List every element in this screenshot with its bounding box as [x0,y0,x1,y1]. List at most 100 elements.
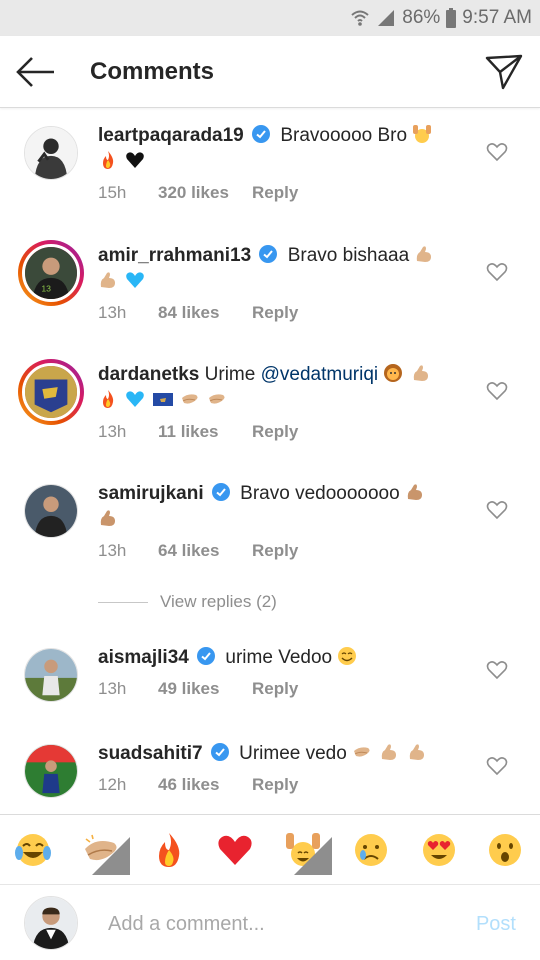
status-time: 9:57 AM [462,7,532,28]
flexed-biceps-emoji-icon [382,744,397,760]
lion-emoji-icon [384,364,403,382]
avatar[interactable]: 13 [18,240,84,306]
smiling-face-emoji-icon [338,647,357,665]
comment-text: aismajli34 urime Vedoo [98,645,464,671]
flexed-biceps-emoji-icon [100,510,115,526]
skin-tone-indicator-icon [294,837,332,875]
comment-username[interactable]: amir_rrahmani13 [98,245,251,266]
clapping-hands-emoji-icon [181,394,198,404]
comment-meta: 13h 49 likes Reply [98,679,298,699]
red-heart-icon [218,835,252,865]
page-title: Comments [90,58,215,85]
raising-hands-emoji-icon [413,125,432,143]
flexed-biceps-emoji-icon [413,365,428,381]
reply-button[interactable]: Reply [252,775,298,795]
comment-likes[interactable]: 46 likes [158,775,252,795]
like-heart-icon[interactable] [486,381,508,401]
verified-badge-icon [210,743,229,761]
avatar[interactable] [18,359,84,425]
comment-message: urime Vedoo [225,647,333,668]
like-heart-icon[interactable] [486,756,508,776]
avatar[interactable] [24,744,78,798]
paper-plane-icon [485,54,523,90]
comment-time: 12h [98,775,127,794]
emoji-button-clapping-hands[interactable] [82,831,130,875]
emoji-button-heart-eyes[interactable] [420,831,458,869]
avatar[interactable] [24,126,78,180]
comment-likes[interactable]: 11 likes [158,422,252,442]
comment-message: Bravooooo Bro [280,125,408,146]
comment-input[interactable] [108,909,408,939]
clapping-hands-emoji-icon [209,394,225,404]
flexed-biceps-emoji-icon [409,744,424,760]
black-heart-emoji-icon [126,152,145,168]
comment-time: 15h [98,183,127,202]
wifi-icon [351,10,369,26]
comment-meta: 13h 84 likes Reply [98,303,298,323]
emoji-button-red-heart[interactable] [216,831,254,869]
comment-likes[interactable]: 84 likes [158,303,252,323]
clapping-hands-emoji-icon [354,747,370,757]
comment-likes[interactable]: 64 likes [158,541,252,561]
comment-text: samirujkani Bravo vedooooooo [98,481,464,533]
comment-text: dardanetks Urime @vedatmuriqi [98,362,464,414]
emoji-button-tears-of-joy[interactable] [14,831,52,869]
view-replies-divider [98,601,148,603]
svg-text:13: 13 [41,283,51,293]
flexed-biceps-emoji-icon [407,484,422,500]
back-button[interactable] [14,54,58,90]
emoji-button-astonished[interactable] [486,831,524,869]
like-heart-icon[interactable] [486,262,508,282]
verified-badge-icon [252,125,271,143]
share-button[interactable] [484,52,524,92]
reply-button[interactable]: Reply [252,541,298,561]
comment-mention[interactable]: @vedatmuriqi [261,364,379,385]
emoji-button-crying-face[interactable] [352,831,390,869]
verified-badge-icon [211,483,230,501]
emoji-button-raising-hands[interactable] [284,831,332,875]
comment-likes[interactable]: 320 likes [158,183,252,203]
back-arrow-icon [16,57,54,87]
comment-username[interactable]: leartpaqarada19 [98,125,244,146]
comment-username[interactable]: dardanetks [98,364,199,385]
comment-username[interactable]: suadsahiti7 [98,743,203,764]
flexed-biceps-emoji-icon [417,246,432,262]
comment-time: 13h [98,303,127,322]
reply-button[interactable]: Reply [252,183,298,203]
header: Comments [0,36,540,108]
comment-message: Urime [204,364,256,385]
like-heart-icon[interactable] [486,660,508,680]
comment-message: Urimee vedo [239,743,347,764]
heart-eyes-icon [423,834,455,866]
like-heart-icon[interactable] [486,142,508,162]
comment-time: 13h [98,422,127,441]
verified-badge-icon [197,647,216,665]
flexed-biceps-emoji-icon [100,272,115,288]
view-replies-label: View replies (2) [160,592,277,611]
comment-time: 13h [98,541,127,560]
reply-button[interactable]: Reply [252,422,298,442]
emoji-button-fire[interactable] [150,831,188,869]
comment-message: Bravo bishaaa [287,245,410,266]
skin-tone-indicator-icon [92,837,130,875]
reply-button[interactable]: Reply [252,679,298,699]
comment-username[interactable]: samirujkani [98,483,204,504]
comment-meta: 12h 46 likes Reply [98,775,298,795]
comment-likes[interactable]: 49 likes [158,679,252,699]
comment-time: 13h [98,679,127,698]
reply-button[interactable]: Reply [252,303,298,323]
comment-text: amir_rrahmani13 Bravo bishaaa [98,243,464,295]
avatar[interactable] [24,648,78,702]
comment-username[interactable]: aismajli34 [98,647,189,668]
avatar[interactable] [24,484,78,538]
post-button[interactable]: Post [476,913,516,936]
fire-icon [159,833,180,867]
like-heart-icon[interactable] [486,500,508,520]
comment-meta: 15h 320 likes Reply [98,183,298,203]
crying-face-icon [355,834,387,866]
battery-percent: 86% [402,7,441,28]
current-user-avatar [24,896,78,950]
comment-input-bar: Post [0,884,540,960]
signal-icon [378,10,395,26]
view-replies-button[interactable]: View replies (2) [98,590,277,614]
